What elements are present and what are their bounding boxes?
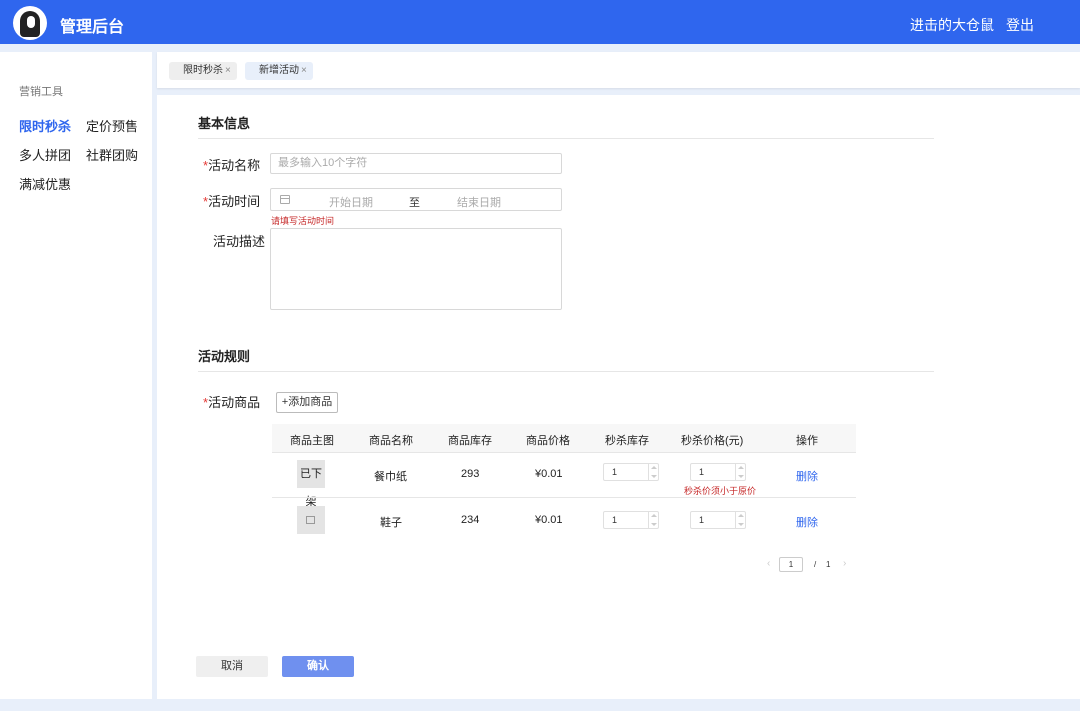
close-icon[interactable]: × (225, 65, 231, 76)
flash-stock-stepper[interactable]: 1 (603, 463, 659, 481)
cancel-button[interactable]: 取消 (196, 656, 268, 677)
column-header: 商品名称 (369, 435, 413, 447)
sidebar-item-flash-sale[interactable]: 限时秒杀 (19, 116, 71, 135)
section-title-rules: 活动规则 (198, 349, 251, 364)
top-bar: 管理后台 进击的大仓鼠 登出 (0, 0, 1080, 44)
main-content: 基本信息 *活动名称 最多输入10个字符 *活动时间 开始日期 至 结束日期 请… (157, 95, 1080, 699)
delete-link[interactable]: 删除 (796, 514, 818, 530)
next-page-icon[interactable]: › (843, 558, 846, 569)
tab-bar: 限时秒杀 × 新增活动 × (157, 52, 1080, 88)
stepper-arrows-icon[interactable] (735, 464, 745, 480)
delete-link[interactable]: 删除 (796, 468, 818, 484)
product-image (297, 506, 325, 534)
date-range-picker[interactable]: 开始日期 至 结束日期 (270, 188, 562, 211)
tab-label: 新增活动 (259, 65, 299, 76)
stepper-arrows-icon[interactable] (648, 512, 658, 528)
section-title-basic: 基本信息 (198, 116, 251, 131)
product-price: ¥0.01 (535, 514, 563, 526)
user-name[interactable]: 进击的大仓鼠 (910, 15, 994, 35)
avatar-logo (13, 6, 47, 40)
sidebar-item-discount[interactable]: 满减优惠 (19, 174, 71, 193)
column-header: 秒杀价格(元) (681, 435, 744, 447)
product-name: 鞋子 (380, 517, 402, 529)
row-divider (272, 452, 856, 453)
tab-new-activity[interactable]: 新增活动 × (245, 62, 313, 80)
app-title: 管理后台 (60, 19, 125, 36)
product-image: 已下架 (297, 460, 325, 508)
flash-price-error: 秒杀价须小于原价 (684, 486, 757, 496)
activity-time-label: *活动时间 (203, 194, 261, 209)
divider (198, 138, 934, 139)
confirm-button[interactable]: 确认 (282, 656, 354, 677)
row-divider (272, 497, 856, 498)
page-total: 1 (826, 560, 831, 569)
activity-desc-label: 活动描述 (213, 234, 266, 249)
image-placeholder-icon (306, 516, 315, 524)
tab-flash-sale[interactable]: 限时秒杀 × (169, 62, 237, 80)
flash-price-stepper[interactable]: 1 (690, 511, 746, 529)
time-error-text: 请填写活动时间 (271, 216, 335, 226)
product-stock: 234 (461, 514, 480, 526)
sidebar: 营销工具 限时秒杀 定价预售 多人拼团 社群团购 满减优惠 (0, 52, 152, 699)
page-number-input[interactable]: 1 (779, 557, 803, 572)
page-separator: / (814, 560, 817, 569)
activity-desc-textarea[interactable] (270, 228, 562, 310)
column-header: 商品主图 (290, 435, 334, 447)
sidebar-item-community-buy[interactable]: 社群团购 (86, 145, 138, 164)
calendar-icon (280, 195, 290, 204)
flash-price-stepper[interactable]: 1 (690, 463, 746, 481)
flash-stock-stepper[interactable]: 1 (603, 511, 659, 529)
activity-goods-label: *活动商品 (203, 395, 261, 410)
sidebar-item-group-buy[interactable]: 多人拼团 (19, 145, 71, 164)
sidebar-item-presale[interactable]: 定价预售 (86, 116, 138, 135)
activity-name-input[interactable]: 最多输入10个字符 (270, 153, 562, 174)
divider (198, 371, 934, 372)
product-price: ¥0.01 (535, 468, 563, 480)
prev-page-icon[interactable]: ‹ (767, 558, 770, 569)
stepper-arrows-icon[interactable] (648, 464, 658, 480)
product-name: 餐巾纸 (374, 471, 407, 483)
logout-link[interactable]: 登出 (1006, 15, 1034, 35)
activity-name-label: *活动名称 (203, 158, 261, 173)
tab-label: 限时秒杀 (183, 65, 223, 76)
start-date-input[interactable]: 开始日期 (329, 194, 373, 210)
add-goods-button[interactable]: +添加商品 (276, 392, 338, 413)
product-stock: 293 (461, 468, 480, 480)
column-header: 商品库存 (448, 435, 492, 447)
date-separator: 至 (409, 197, 420, 209)
close-icon[interactable]: × (301, 65, 307, 76)
goods-table-header: 商品主图 商品名称 商品库存 商品价格 秒杀库存 秒杀价格(元) 操作 (272, 424, 856, 452)
end-date-input[interactable]: 结束日期 (457, 194, 501, 210)
column-header: 秒杀库存 (605, 435, 649, 447)
column-header: 商品价格 (526, 435, 570, 447)
stepper-arrows-icon[interactable] (735, 512, 745, 528)
sidebar-group-title: 营销工具 (19, 86, 63, 98)
column-header: 操作 (796, 435, 818, 447)
